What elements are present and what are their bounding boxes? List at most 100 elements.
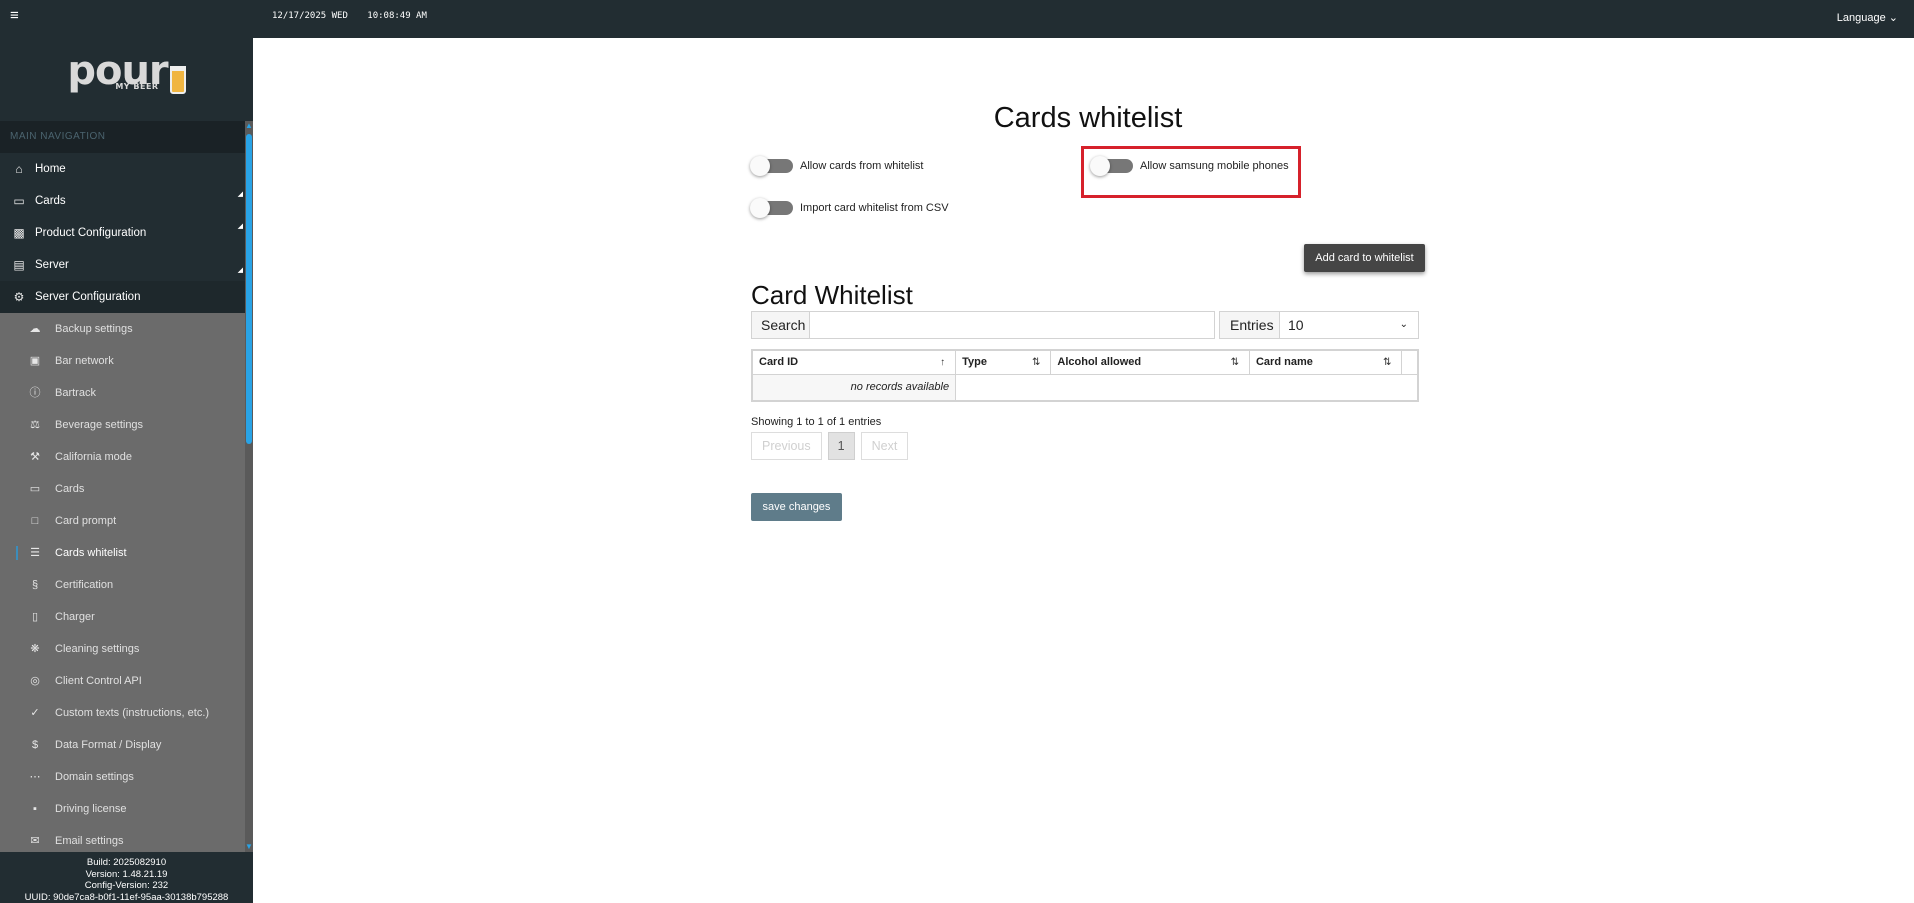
clock: 12/17/2025 WED 10:08:49 AM [272,11,441,21]
top-navbar: 12/17/2025 WED 10:08:49 AM Language ⌄ [253,0,1914,38]
envelope-icon: ✉ [30,835,40,847]
chevron-down-icon: ⌄ [1399,319,1408,330]
search-group: Search [751,311,1215,339]
sidebar-item-domain-settings[interactable]: ⋯ Domain settings [0,761,253,793]
column-header-empty [1401,349,1419,375]
scrollbar-thumb[interactable] [246,134,252,444]
list-icon: ☰ [30,547,40,559]
hammer-icon: ⚒ [30,451,40,463]
version-number: Version: 1.48.21.19 [85,868,168,880]
page-1-button[interactable]: 1 [827,432,855,460]
info-icon: ⓘ [29,387,41,399]
import-csv-label: Import card whitelist from CSV [800,202,949,214]
language-dropdown[interactable]: Language ⌄ [1837,11,1898,24]
sidebar-item-charger[interactable]: ▯ Charger [0,601,253,633]
sidebar-footer: Build: 2025082910 Version: 1.48.21.19 Co… [0,852,253,903]
dots-icon: ⋯ [29,771,41,783]
sidebar-item-beverage-settings[interactable]: ⚖ Beverage settings [0,409,253,441]
spray-icon: ❋ [30,643,40,655]
sidebar-item-bartrack[interactable]: ⓘ Bartrack [0,377,253,409]
sidebar-scrollbar[interactable]: ▲ ▼ [245,121,253,852]
current-date: 12/17/2025 WED [272,11,348,21]
sidebar-item-cards-settings[interactable]: ▭ Cards [0,473,253,505]
sidebar-item-client-control-api[interactable]: ◎ Client Control API [0,665,253,697]
caret-down-icon: ◢ [237,191,243,198]
save-changes-button[interactable]: save changes [751,493,842,521]
beer-icon: ▩ [13,226,25,240]
sort-icon: ⇅ [1032,357,1041,368]
showing-entries-text: Showing 1 to 1 of 1 entries [751,416,882,428]
pagination: Previous 1 Next [751,432,914,460]
logo-wordmark: pour MY BEER [67,48,186,94]
sidebar-item-cards-whitelist[interactable]: ☰ Cards whitelist [0,537,253,569]
sidebar-item-custom-texts[interactable]: ✓ Custom texts (instructions, etc.) [0,697,253,729]
scroll-down-arrow-icon[interactable]: ▼ [245,842,253,852]
dollar-icon: $ [31,739,39,751]
sidebar-nav: MAIN NAVIGATION ⌂ Home ▭ Cards ◢ ▩ Produ… [0,121,253,852]
previous-page-button[interactable]: Previous [751,432,822,460]
server-icon: ▤ [13,258,25,272]
network-icon: ▣ [29,355,41,367]
import-csv-toggle[interactable] [750,198,793,218]
server-configuration-submenu: ☁ Backup settings ▣ Bar network ⓘ Bartrack … [0,313,253,852]
sidebar-item-cards[interactable]: ▭ Cards ◢ [0,185,253,217]
sidebar-item-data-format-display[interactable]: $ Data Format / Display [0,729,253,761]
column-header-type[interactable]: Type ⇅ [955,349,1052,375]
allow-whitelist-toggle[interactable] [750,156,793,176]
sidebar-top: ≡ [0,0,253,33]
sidebar-item-home[interactable]: ⌂ Home [0,153,253,185]
sidebar-item-email-settings[interactable]: ✉ Email settings [0,825,253,852]
sort-icon: ⇅ [1383,357,1392,368]
sidebar-item-server-configuration[interactable]: ⚙ Server Configuration [0,281,253,313]
uuid: UUID: 90de7ca8-b0f1-11ef-95aa-30138b7952… [24,891,229,903]
column-header-card-name[interactable]: Card name ⇅ [1248,349,1403,375]
card-icon: ▭ [29,483,41,495]
gear-icon: ⚙ [13,290,25,304]
scale-icon: ⚖ [30,419,40,431]
allow-whitelist-row: Allow cards from whitelist [750,156,924,176]
sidebar-item-backup-settings[interactable]: ☁ Backup settings [0,313,253,345]
section-icon: § [31,579,39,591]
sidebar-item-product-configuration[interactable]: ▩ Product Configuration ◢ [0,217,253,249]
sort-icon: ⇅ [1230,357,1239,368]
table-row: no records available [751,373,1419,402]
pour-my-beer-logo[interactable]: pour MY BEER [0,48,253,108]
config-version: Config-Version: 232 [84,880,169,891]
nav-header: MAIN NAVIGATION [0,121,253,153]
home-icon: ⌂ [15,162,23,176]
sidebar-item-cleaning-settings[interactable]: ❋ Cleaning settings [0,633,253,665]
scroll-up-arrow-icon[interactable]: ▲ [245,121,253,131]
column-header-alcohol-allowed[interactable]: Alcohol allowed ⇅ [1050,349,1250,375]
search-input[interactable] [810,312,1214,338]
highlight-box [1081,146,1301,198]
no-records-cell: no records available [751,373,957,402]
entries-select[interactable]: 10 ⌄ [1280,312,1418,338]
add-card-to-whitelist-button[interactable]: Add card to whitelist [1304,244,1425,272]
fingerprint-icon: ◎ [30,675,40,687]
sidebar-item-certification[interactable]: § Certification [0,569,253,601]
beer-glass-icon [169,66,186,94]
check-icon: ✓ [30,707,40,719]
table-header-row: Card ID ↑ Type ⇅ Alcohol allowed ⇅ Card nam… [751,349,1419,375]
sidebar-item-bar-network[interactable]: ▣ Bar network [0,345,253,377]
sidebar-item-card-prompt[interactable]: □ Card prompt [0,505,253,537]
sort-asc-icon: ↑ [940,357,946,368]
hamburger-menu-icon[interactable]: ≡ [10,8,19,23]
sidebar-item-california-mode[interactable]: ⚒ California mode [0,441,253,473]
cloud-icon: ☁ [29,323,41,335]
id-card-icon: ▪ [33,803,37,815]
allow-whitelist-label: Allow cards from whitelist [800,160,924,172]
column-header-card-id[interactable]: Card ID ↑ [751,349,957,375]
card-icon: ▭ [13,194,25,208]
build-number: Build: 2025082910 [86,857,167,868]
next-page-button[interactable]: Next [860,432,909,460]
sidebar-item-driving-license[interactable]: ▪ Driving license [0,793,253,825]
sidebar-item-server[interactable]: ▤ Server ◢ [0,249,253,281]
search-label: Search [752,312,810,338]
section-title: Card Whitelist [751,280,913,310]
tablet-icon: ▯ [31,611,39,623]
page-title: Cards whitelist [993,102,1183,134]
comment-icon: □ [31,515,39,527]
entries-label: Entries [1220,312,1280,338]
import-csv-row: Import card whitelist from CSV [750,198,949,218]
